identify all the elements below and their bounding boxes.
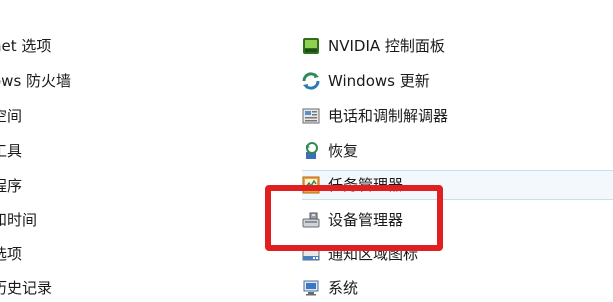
left-item-label: 工具 xyxy=(0,142,23,160)
windows-update-icon xyxy=(302,72,320,90)
left-item-internet-options[interactable]: net 选项 xyxy=(0,32,51,60)
task-manager-icon xyxy=(302,176,320,194)
right-item-phone-modem[interactable]: 电话和调制解调器 xyxy=(302,102,613,130)
right-item-label: NVIDIA 控制面板 xyxy=(328,37,445,55)
right-item-windows-update[interactable]: Windows 更新 xyxy=(302,67,613,95)
right-item-system[interactable]: 系统 xyxy=(302,274,613,302)
right-item-label: 设备管理器 xyxy=(328,211,404,229)
device-manager-icon xyxy=(302,211,320,229)
left-item-label: 历史记录 xyxy=(0,279,53,297)
control-panel-left-column: net 选项 ows 防火墙 空间 工具 程序 和时间 选项 历史记录 xyxy=(0,0,290,300)
right-item-notification-area-icons[interactable]: 通知区域图标 xyxy=(302,240,613,268)
left-item-file-history[interactable]: 历史记录 xyxy=(0,274,52,302)
right-item-label: 恢复 xyxy=(328,142,359,160)
left-item-label: 程序 xyxy=(0,177,23,195)
left-item-programs[interactable]: 程序 xyxy=(0,172,22,200)
right-item-recovery[interactable]: 恢复 xyxy=(302,137,613,165)
left-item-tools[interactable]: 工具 xyxy=(0,137,22,165)
nvidia-control-panel-icon xyxy=(302,37,320,55)
right-item-label: 任务管理器 xyxy=(328,176,404,194)
phone-modem-icon xyxy=(302,107,320,125)
right-item-device-manager[interactable]: 设备管理器 xyxy=(302,206,613,234)
left-item-date-time[interactable]: 和时间 xyxy=(0,206,37,234)
right-item-label: 电话和调制解调器 xyxy=(328,107,449,125)
right-item-task-manager[interactable]: 任务管理器 xyxy=(302,170,613,200)
left-item-storage-spaces[interactable]: 空间 xyxy=(0,102,22,130)
left-item-options[interactable]: 选项 xyxy=(0,240,22,268)
notification-area-icon xyxy=(302,245,320,263)
left-item-label: ows 防火墙 xyxy=(0,72,72,90)
left-item-label: 空间 xyxy=(0,107,23,125)
system-icon xyxy=(302,279,320,297)
right-item-nvidia-control-panel[interactable]: NVIDIA 控制面板 xyxy=(302,32,613,60)
left-item-label: 和时间 xyxy=(0,211,38,229)
right-item-label: 通知区域图标 xyxy=(328,245,419,263)
control-panel-right-column: NVIDIA 控制面板 Windows 更新 电话和调制解调器 恢复 任务管理器… xyxy=(302,0,613,300)
left-item-label: 选项 xyxy=(0,245,23,263)
left-item-label: net 选项 xyxy=(0,37,52,55)
right-item-label: 系统 xyxy=(328,279,359,297)
right-item-label: Windows 更新 xyxy=(328,72,430,90)
recovery-icon xyxy=(302,142,320,160)
left-item-windows-firewall[interactable]: ows 防火墙 xyxy=(0,67,71,95)
